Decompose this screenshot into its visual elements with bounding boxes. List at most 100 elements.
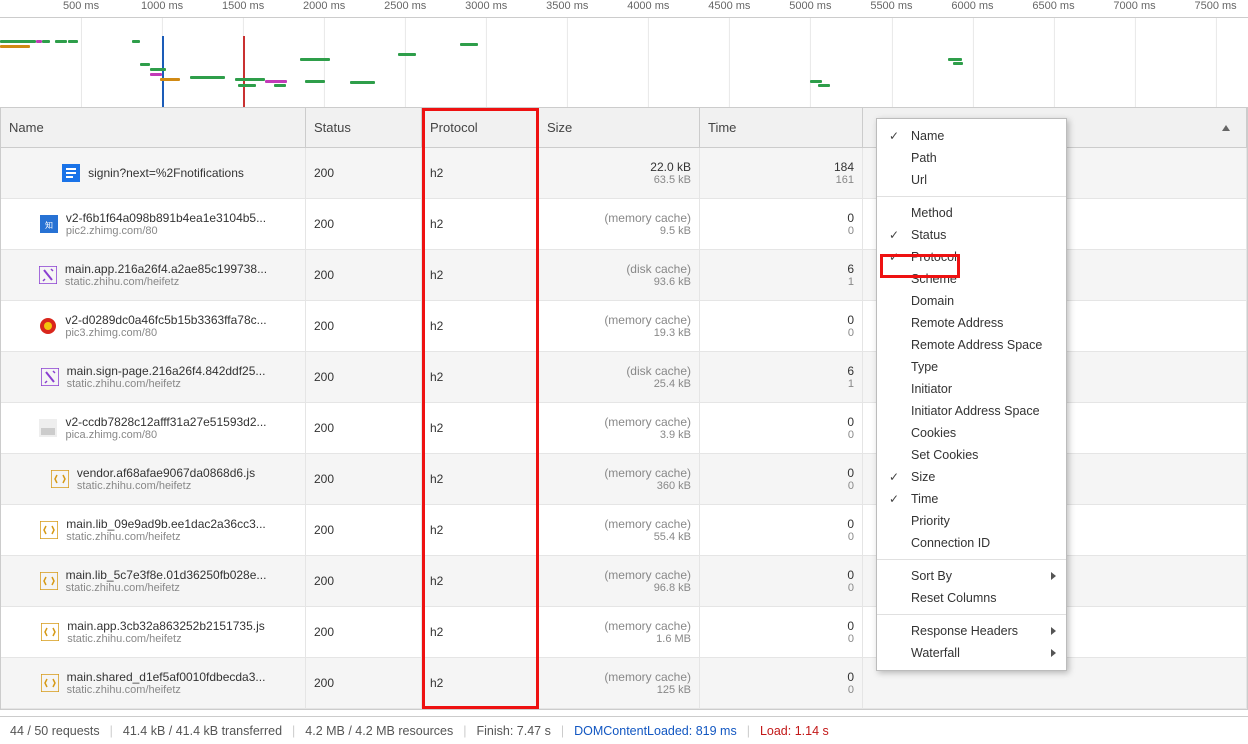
context-menu-item[interactable]: Reset Columns (877, 587, 1066, 609)
status-transferred: 41.4 kB / 41.4 kB transferred (123, 724, 282, 738)
context-menu-item[interactable]: Cookies (877, 422, 1066, 444)
cell-status: 200 (306, 607, 422, 657)
js-icon (40, 521, 58, 539)
context-menu-item[interactable]: Time (877, 488, 1066, 510)
timeline-bar (810, 80, 822, 83)
timeline-tick: 5500 ms (870, 0, 912, 12)
css-icon (41, 368, 59, 386)
context-menu-item[interactable]: Name (877, 125, 1066, 147)
col-header-protocol[interactable]: Protocol (422, 108, 539, 147)
timeline-bar (68, 40, 78, 43)
cell-time: 00 (700, 403, 863, 453)
request-domain: pica.zhimg.com/80 (65, 429, 266, 441)
timeline-overview[interactable]: 500 ms1000 ms1500 ms2000 ms2500 ms3000 m… (0, 0, 1248, 108)
cell-time: 00 (700, 556, 863, 606)
request-name: main.shared_d1ef5af0010fdbecda3... (67, 670, 266, 684)
context-menu-item[interactable]: Priority (877, 510, 1066, 532)
context-menu-item[interactable]: Type (877, 356, 1066, 378)
timeline-tick: 500 ms (63, 0, 99, 12)
cell-status: 200 (306, 658, 422, 708)
img-blue-icon: 知 (40, 215, 58, 233)
timeline-bar (948, 58, 962, 61)
col-header-name[interactable]: Name (1, 108, 306, 147)
request-domain: pic3.zhimg.com/80 (65, 327, 266, 339)
cell-protocol: h2 (422, 199, 539, 249)
timeline-tick: 4500 ms (708, 0, 750, 12)
context-menu-separator (877, 559, 1066, 560)
context-menu-item[interactable]: Initiator Address Space (877, 400, 1066, 422)
timeline-bar (305, 80, 325, 83)
cell-time: 00 (700, 658, 863, 708)
cell-protocol: h2 (422, 658, 539, 708)
request-domain: pic2.zhimg.com/80 (66, 225, 266, 237)
cell-size: 22.0 kB63.5 kB (539, 148, 700, 198)
context-menu-separator (877, 196, 1066, 197)
status-bar: 44 / 50 requests| 41.4 kB / 41.4 kB tran… (0, 716, 1248, 744)
cell-time: 00 (700, 199, 863, 249)
img-red-icon (39, 317, 57, 335)
context-menu-item[interactable]: Waterfall (877, 642, 1066, 664)
column-context-menu[interactable]: NamePathUrl MethodStatusProtocolSchemeDom… (876, 118, 1067, 671)
timeline-tick: 3500 ms (546, 0, 588, 12)
timeline-tick: 7000 ms (1113, 0, 1155, 12)
cell-time: 61 (700, 250, 863, 300)
timeline-bar (150, 68, 166, 71)
context-menu-item[interactable]: Domain (877, 290, 1066, 312)
cell-size: (memory cache)1.6 MB (539, 607, 700, 657)
request-domain: static.zhihu.com/heifetz (67, 378, 266, 390)
context-menu-item[interactable]: Remote Address (877, 312, 1066, 334)
context-menu-separator (877, 614, 1066, 615)
context-menu-item[interactable]: Scheme (877, 268, 1066, 290)
context-menu-item[interactable]: Url (877, 169, 1066, 191)
cell-time: 00 (700, 607, 863, 657)
cell-time: 00 (700, 505, 863, 555)
timeline-bar (28, 40, 36, 43)
timeline-bar (300, 58, 330, 61)
cell-protocol: h2 (422, 148, 539, 198)
context-menu-item[interactable]: Protocol (877, 246, 1066, 268)
request-name: main.sign-page.216a26f4.842ddf25... (67, 364, 266, 378)
cell-protocol: h2 (422, 250, 539, 300)
cell-size: (disk cache)25.4 kB (539, 352, 700, 402)
context-menu-item[interactable]: Method (877, 202, 1066, 224)
cell-size: (memory cache)96.8 kB (539, 556, 700, 606)
cell-time: 00 (700, 454, 863, 504)
context-menu-item[interactable]: Connection ID (877, 532, 1066, 554)
context-menu-item[interactable]: Sort By (877, 565, 1066, 587)
context-menu-item[interactable]: Remote Address Space (877, 334, 1066, 356)
cell-size: (memory cache)9.5 kB (539, 199, 700, 249)
status-domcontentloaded: DOMContentLoaded: 819 ms (574, 724, 737, 738)
request-name: v2-f6b1f64a098b891b4ea1e3104b5... (66, 211, 266, 225)
cell-time: 00 (700, 301, 863, 351)
context-menu-item[interactable]: Initiator (877, 378, 1066, 400)
timeline-bar (274, 84, 286, 87)
timeline-bar (460, 43, 478, 46)
context-menu-item[interactable]: Status (877, 224, 1066, 246)
request-name: v2-d0289dc0a46fc5b15b3363ffa78c... (65, 313, 266, 327)
request-name: vendor.af68afae9067da0868d6.js (77, 466, 255, 480)
request-domain: static.zhihu.com/heifetz (66, 582, 267, 594)
col-header-size[interactable]: Size (539, 108, 700, 147)
request-name: main.lib_5c7e3f8e.01d36250fb028e... (66, 568, 267, 582)
timeline-bar (398, 53, 416, 56)
context-menu-item[interactable]: Size (877, 466, 1066, 488)
timeline-bar (42, 40, 50, 43)
col-header-time[interactable]: Time (700, 108, 863, 147)
col-header-status[interactable]: Status (306, 108, 422, 147)
status-requests: 44 / 50 requests (10, 724, 100, 738)
timeline-bar (235, 78, 265, 81)
context-menu-item[interactable]: Path (877, 147, 1066, 169)
js-icon (41, 623, 59, 641)
context-menu-item[interactable]: Response Headers (877, 620, 1066, 642)
request-domain: static.zhihu.com/heifetz (65, 276, 267, 288)
status-resources: 4.2 MB / 4.2 MB resources (305, 724, 453, 738)
img-plain-icon (39, 419, 57, 437)
context-menu-item[interactable]: Set Cookies (877, 444, 1066, 466)
timeline-tick: 2500 ms (384, 0, 426, 12)
status-load: Load: 1.14 s (760, 724, 829, 738)
cell-protocol: h2 (422, 454, 539, 504)
cell-time: 184161 (700, 148, 863, 198)
svg-text:知: 知 (45, 220, 53, 230)
request-name: main.app.216a26f4.a2ae85c199738... (65, 262, 267, 276)
cell-protocol: h2 (422, 505, 539, 555)
